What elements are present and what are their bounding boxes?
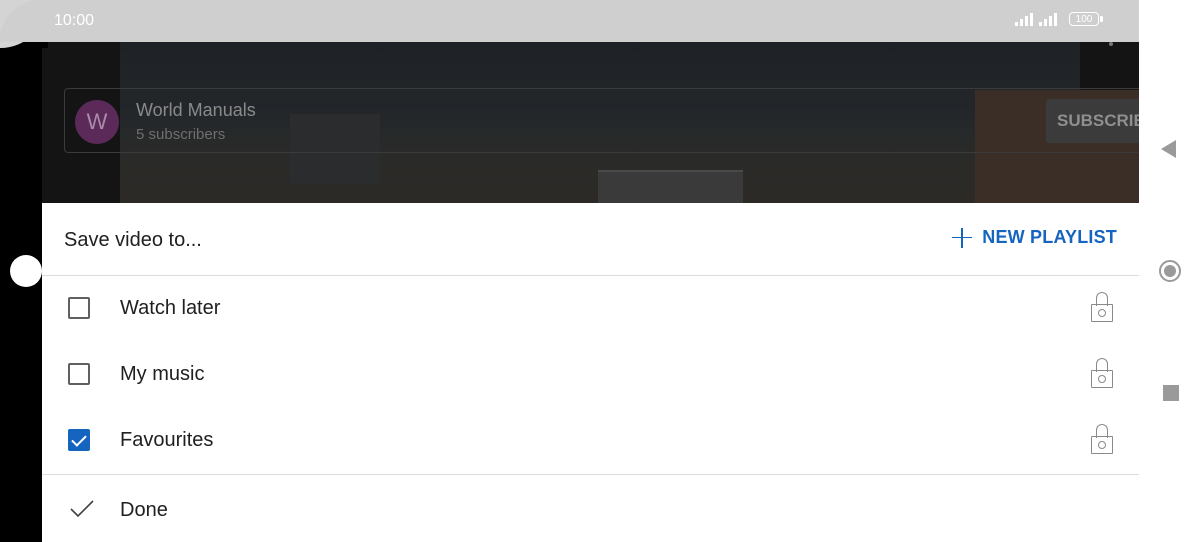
back-icon[interactable] bbox=[1161, 140, 1176, 158]
channel-subscriber-count: 5 subscribers bbox=[136, 126, 226, 143]
playlist-checkbox-checked[interactable] bbox=[68, 429, 90, 451]
plus-icon bbox=[952, 227, 973, 248]
new-playlist-button[interactable]: NEW PLAYLIST bbox=[952, 227, 1117, 248]
lock-icon bbox=[1091, 358, 1113, 390]
recent-apps-icon[interactable] bbox=[1163, 385, 1179, 401]
playlist-label: My music bbox=[120, 363, 205, 385]
status-time: 10:00 bbox=[54, 12, 95, 29]
channel-avatar[interactable]: W bbox=[75, 100, 119, 144]
playlist-item-favourites[interactable]: Favourites bbox=[42, 408, 1139, 474]
signal-icons bbox=[1015, 12, 1057, 26]
playlist-item-my-music[interactable]: My music bbox=[42, 342, 1139, 408]
camera-cutout bbox=[10, 255, 42, 287]
channel-name[interactable]: World Manuals bbox=[136, 100, 256, 121]
done-label: Done bbox=[120, 499, 168, 521]
signal-strength-icon bbox=[1015, 12, 1033, 26]
new-playlist-label: NEW PLAYLIST bbox=[982, 227, 1117, 247]
more-options-icon[interactable] bbox=[1109, 42, 1113, 46]
checkmark-icon bbox=[70, 500, 94, 518]
save-to-playlist-sheet: Save video to... NEW PLAYLIST Watch late… bbox=[42, 203, 1139, 542]
playlist-label: Favourites bbox=[120, 429, 214, 451]
playlist-label: Watch later bbox=[120, 297, 221, 319]
playlist-item-watch-later[interactable]: Watch later bbox=[42, 276, 1139, 342]
sheet-title: Save video to... bbox=[64, 229, 202, 251]
battery-icon: 100 bbox=[1069, 12, 1103, 26]
home-icon[interactable] bbox=[1159, 260, 1181, 282]
playlist-checkbox[interactable] bbox=[68, 363, 90, 385]
sheet-header: Save video to... NEW PLAYLIST bbox=[42, 203, 1139, 276]
status-bar: 10:00 100 bbox=[0, 0, 1139, 42]
lock-icon bbox=[1091, 292, 1113, 324]
video-player[interactable]: W World Manuals 5 subscribers SUBSCRIBE bbox=[42, 42, 1139, 203]
navigation-bar bbox=[1139, 0, 1204, 542]
lock-icon bbox=[1091, 424, 1113, 456]
video-scene-structure bbox=[598, 170, 743, 203]
subscribe-button[interactable]: SUBSCRIBE bbox=[1046, 99, 1139, 143]
done-button[interactable]: Done bbox=[42, 475, 1139, 542]
playlist-checkbox[interactable] bbox=[68, 297, 90, 319]
signal-strength-icon bbox=[1039, 12, 1057, 26]
